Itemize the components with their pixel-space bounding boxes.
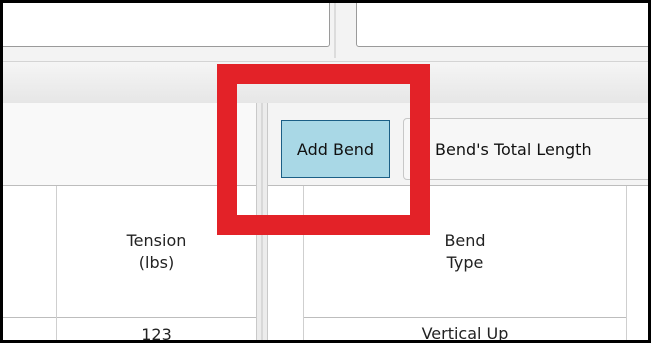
top-right-textbox[interactable]	[356, 3, 648, 47]
row-selector-column	[268, 186, 304, 340]
left-grid-toolbar	[3, 103, 256, 186]
right-grid-column-divider	[626, 186, 627, 340]
horizontal-splitter[interactable]	[3, 61, 648, 105]
window-frame: Tension (lbs) 123 Add Bend Bend's Total …	[0, 0, 651, 343]
vertical-splitter[interactable]	[256, 103, 268, 340]
bend-type-column-header[interactable]: Bend Type	[304, 186, 626, 318]
add-bend-button[interactable]: Add Bend	[281, 120, 390, 178]
top-left-textbox[interactable]	[3, 3, 336, 58]
tension-cell[interactable]: 123	[57, 319, 256, 340]
bends-total-length-button[interactable]: Bend's Total Length	[403, 118, 648, 180]
tension-column-header[interactable]: Tension (lbs)	[57, 186, 256, 318]
bend-type-cell[interactable]: Vertical Up	[304, 319, 626, 340]
